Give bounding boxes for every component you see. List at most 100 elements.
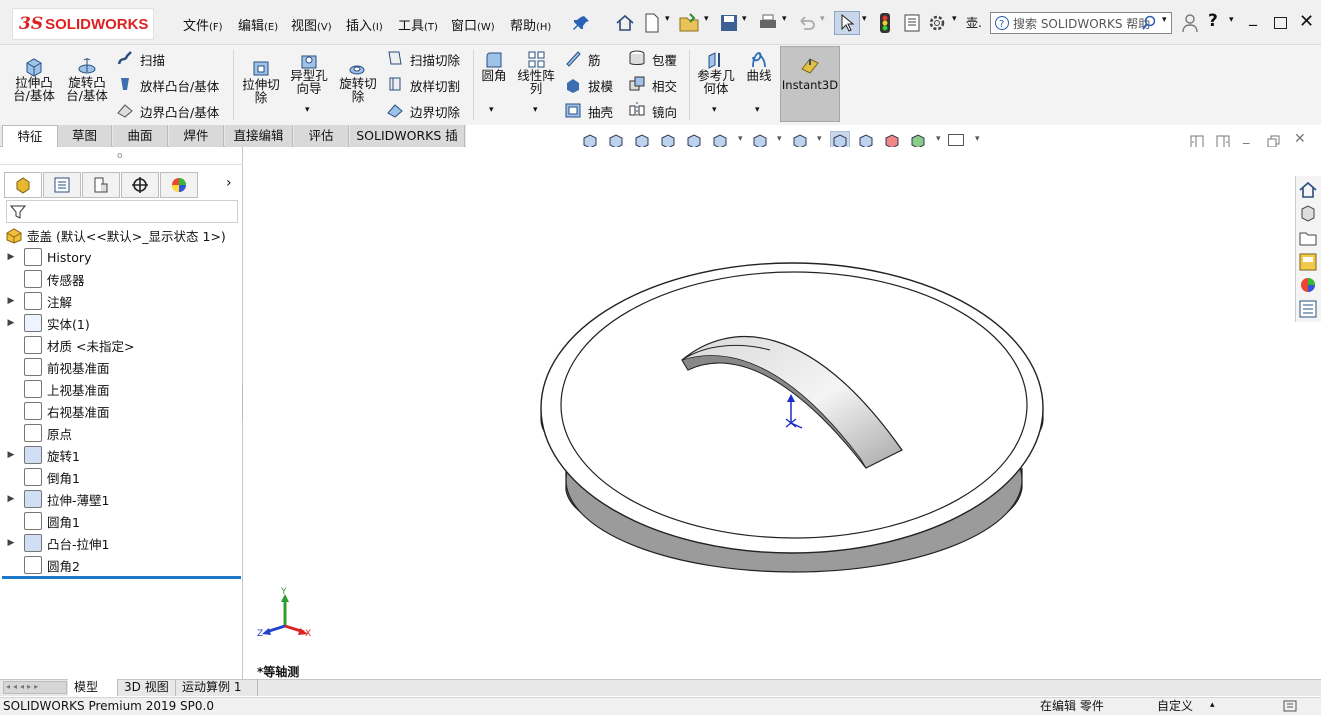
tab-2[interactable]: 曲面	[113, 125, 168, 147]
tree-node[interactable]: ▶ 凸台-拉伸1	[6, 532, 236, 554]
lid-3d-model[interactable]	[520, 250, 1060, 590]
tab-3[interactable]: 焊件	[169, 125, 224, 147]
tab-scroll-buttons[interactable]: ◂◂◂▸▸	[3, 681, 67, 694]
document-tab-0[interactable]: 模型	[68, 679, 118, 696]
sw-resources-home-icon[interactable]	[1298, 180, 1318, 200]
tree-node[interactable]: ▶ 拉伸-薄壁1	[6, 488, 236, 510]
curves-button[interactable]: 曲线	[742, 69, 776, 82]
tree-node[interactable]: 倒角1	[6, 466, 236, 488]
dimxpert-tab[interactable]	[121, 172, 159, 198]
revolve-boss-button[interactable]: 旋转凸台/基体	[62, 76, 112, 102]
undo-dropdown-icon[interactable]: ▾	[820, 14, 825, 24]
document-tab-2[interactable]: 运动算例 1	[176, 679, 258, 696]
panel-grip[interactable]: o	[0, 151, 243, 165]
tab-0[interactable]: 特征	[2, 125, 58, 147]
tree-node[interactable]: ▶ 旋转1	[6, 444, 236, 466]
document-tab-1[interactable]: 3D 视图	[118, 679, 176, 696]
menu-item-4[interactable]: 工具(T)	[398, 15, 438, 34]
menu-item-5[interactable]: 窗口(W)	[451, 15, 495, 34]
featuremanager-tab[interactable]	[4, 172, 42, 198]
expand-arrow-icon[interactable]: ▶	[6, 450, 16, 460]
tree-node[interactable]: 原点	[6, 422, 236, 444]
doc-close-icon[interactable]: ✕	[1294, 131, 1306, 147]
display-manager-tab[interactable]	[160, 172, 198, 198]
traffic-light-icon[interactable]	[879, 12, 891, 34]
options-gear-icon[interactable]	[926, 12, 948, 34]
file-explorer-icon[interactable]	[1298, 228, 1318, 248]
wrap-button[interactable]: 包覆	[652, 50, 677, 69]
pin-icon[interactable]	[573, 14, 591, 32]
mirror-button[interactable]: 镜向	[652, 102, 677, 121]
boundary-boss-button[interactable]: 边界凸台/基体	[140, 102, 219, 121]
save-dropdown-icon[interactable]: ▾	[742, 14, 747, 24]
select-dropdown-icon[interactable]: ▾	[862, 14, 867, 24]
custom-properties-icon[interactable]	[1298, 299, 1318, 319]
extrude-boss-button[interactable]: 拉伸凸台/基体	[8, 76, 60, 102]
undo-icon[interactable]	[795, 12, 817, 34]
open-folder-icon[interactable]	[678, 12, 700, 34]
expand-arrow-icon[interactable]: ▶	[6, 252, 16, 262]
tree-node[interactable]: 前视基准面	[6, 356, 236, 378]
user-icon[interactable]	[1181, 13, 1199, 33]
shell-button[interactable]: 抽壳	[588, 102, 613, 121]
tree-node[interactable]: 传感器	[6, 268, 236, 290]
loft-button[interactable]: 放样凸台/基体	[140, 76, 219, 95]
file-properties-icon[interactable]	[901, 12, 923, 34]
maximize-window-icon[interactable]	[1274, 17, 1287, 29]
status-units[interactable]: 自定义	[1157, 698, 1193, 715]
tree-node[interactable]: 上视基准面	[6, 378, 236, 400]
minimize-window-icon[interactable]: _	[1249, 7, 1257, 26]
new-dropdown-icon[interactable]: ▾	[665, 14, 670, 24]
view-dropdown-icon[interactable]: ▾	[975, 134, 980, 144]
view-dropdown-icon[interactable]: ▾	[936, 134, 941, 144]
expand-arrow-icon[interactable]: ▶	[6, 296, 16, 306]
fillet-dropdown-icon[interactable]: ▾	[489, 105, 494, 115]
revolve-cut-button[interactable]: 旋转切除	[334, 77, 382, 103]
menu-item-2[interactable]: 视图(V)	[291, 15, 332, 34]
tree-root-part[interactable]: 壶盖 (默认<<默认>_显示状态 1>)	[27, 224, 226, 246]
menu-item-6[interactable]: 帮助(H)	[510, 15, 551, 34]
reference-geometry-button[interactable]: 参考几何体	[694, 69, 738, 95]
rollback-bar[interactable]	[2, 576, 241, 579]
tree-node[interactable]: 右视基准面	[6, 400, 236, 422]
toolbar-overflow-icon[interactable]: 壶.	[966, 14, 982, 31]
new-document-icon[interactable]	[641, 12, 663, 34]
close-window-icon[interactable]: ✕	[1299, 11, 1314, 32]
intersect-button[interactable]: 相交	[652, 76, 677, 95]
loft-cut-button[interactable]: 放样切割	[410, 76, 460, 95]
boundary-cut-button[interactable]: 边界切除	[410, 102, 460, 121]
view-dropdown-icon[interactable]: ▾	[817, 134, 822, 144]
configuration-manager-tab[interactable]	[82, 172, 120, 198]
print-icon[interactable]	[757, 12, 779, 34]
tree-node[interactable]: ▶ History	[6, 246, 236, 268]
tree-node[interactable]: 材质 <未指定>	[6, 334, 236, 356]
tree-node[interactable]: ▶ 注解	[6, 290, 236, 312]
help-question-icon[interactable]: ?	[1208, 11, 1218, 31]
rebuild-status-icon[interactable]	[1283, 699, 1299, 713]
menu-item-1[interactable]: 编辑(E)	[238, 15, 278, 34]
sweep-cut-button[interactable]: 扫描切除	[410, 50, 460, 69]
help-dropdown-icon[interactable]: ▾	[1229, 15, 1234, 25]
tab-5[interactable]: 评估	[294, 125, 349, 147]
search-dropdown-icon[interactable]: ▾	[1162, 15, 1167, 25]
hole-wizard-button[interactable]: 异型孔向导	[286, 69, 332, 95]
pattern-dropdown-icon[interactable]: ▾	[533, 105, 538, 115]
menu-item-3[interactable]: 插入(I)	[346, 15, 383, 34]
curves-dropdown-icon[interactable]: ▾	[755, 105, 760, 115]
tree-node[interactable]: 圆角1	[6, 510, 236, 532]
units-up-icon[interactable]: ▴	[1210, 697, 1215, 714]
search-icon[interactable]	[1141, 15, 1157, 31]
panel-tabs-expand-icon[interactable]: ›	[226, 175, 232, 191]
rib-button[interactable]: 筋	[588, 50, 601, 69]
hole-wizard-dropdown-icon[interactable]: ▾	[305, 105, 310, 115]
instant3d-button[interactable]: Instant3D	[780, 46, 840, 122]
expand-arrow-icon[interactable]: ▶	[6, 318, 16, 328]
tab-4[interactable]: 直接编辑	[225, 125, 293, 147]
linear-pattern-button[interactable]: 线性阵列	[514, 69, 558, 95]
print-dropdown-icon[interactable]: ▾	[782, 14, 787, 24]
doc-minimize-icon[interactable]: _	[1243, 130, 1250, 145]
tab-1[interactable]: 草图	[58, 125, 112, 147]
monitor-icon[interactable]	[948, 134, 964, 146]
tab-6[interactable]: SOLIDWORKS 插件	[350, 125, 465, 165]
view-dropdown-icon[interactable]: ▾	[777, 134, 782, 144]
